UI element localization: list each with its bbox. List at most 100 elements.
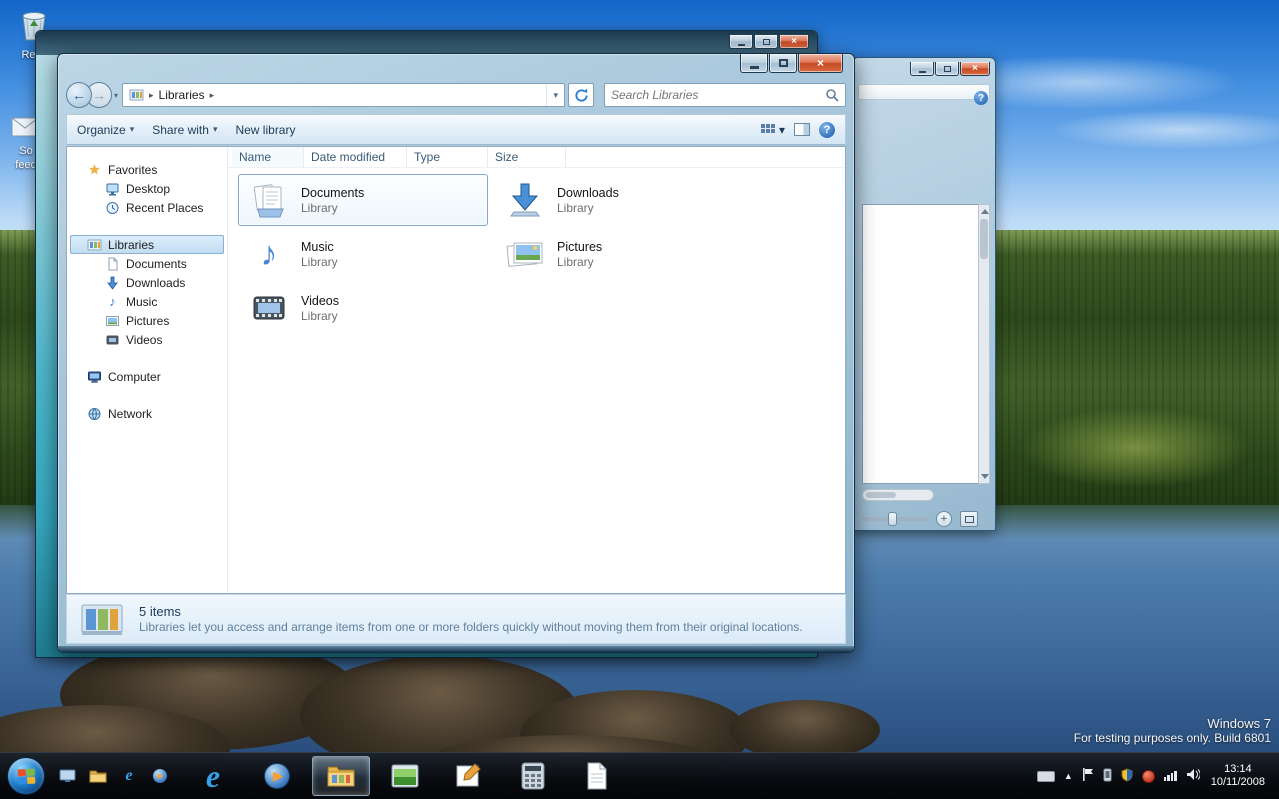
close-button[interactable]: × (960, 62, 990, 76)
refresh-button[interactable] (568, 83, 594, 107)
quick-launch-ie[interactable]: e (119, 766, 139, 786)
help-button[interactable]: ? (819, 121, 835, 138)
document-icon (587, 762, 607, 790)
network-icon[interactable] (1163, 771, 1177, 781)
column-header-size[interactable]: Size (488, 147, 566, 167)
breadcrumb-location[interactable]: Libraries (159, 88, 205, 102)
preview-pane-button[interactable] (794, 123, 810, 136)
address-bar[interactable]: ▸ Libraries ▸ ▾ (122, 83, 565, 107)
sidebar-item-computer[interactable]: Computer (67, 367, 227, 386)
downloads-library-icon (501, 179, 549, 221)
item-name: Downloads (557, 185, 619, 200)
help-icon[interactable]: ? (974, 91, 988, 105)
sidebar-item-network[interactable]: Network (67, 404, 227, 423)
recent-pages-dropdown[interactable]: ▾ (114, 91, 118, 100)
sidebar-item-downloads[interactable]: Downloads (67, 273, 227, 292)
list-item-pictures[interactable]: Pictures Library (494, 228, 744, 280)
watermark-line2: For testing purposes only. Build 6801 (1073, 731, 1271, 745)
start-button[interactable] (7, 757, 45, 795)
music-library-icon: ♪ (260, 235, 278, 273)
list-item-music[interactable]: ♪ Music Library (238, 228, 488, 280)
minimize-button[interactable] (740, 54, 768, 73)
media-status-icon[interactable] (1141, 769, 1155, 783)
sidebar-item-recent-places[interactable]: Recent Places (67, 198, 227, 217)
preview-toolbar (858, 84, 990, 100)
close-icon: × (791, 36, 797, 47)
build-watermark: Windows 7 For testing purposes only. Bui… (1074, 716, 1271, 745)
libraries-icon (129, 88, 144, 102)
ie-icon: e (205, 757, 221, 794)
sidebar-item-pictures[interactable]: Pictures (67, 311, 227, 330)
share-with-menu-button[interactable]: Share with ▾ (152, 123, 217, 137)
device-icon[interactable] (1103, 768, 1112, 785)
search-icon[interactable] (825, 88, 839, 102)
scrollbar-thumb[interactable] (866, 492, 896, 498)
chevron-down-icon: ▾ (129, 124, 135, 134)
zoom-slider[interactable] (862, 512, 928, 526)
keyboard-layout-icon[interactable] (1036, 770, 1055, 782)
sidebar-item-favorites[interactable]: ★ Favorites (67, 160, 227, 179)
close-icon: × (816, 56, 824, 70)
column-header-name[interactable]: Name (232, 147, 304, 167)
preview-window[interactable]: × ? + (852, 57, 996, 531)
volume-icon[interactable] (1186, 768, 1201, 784)
minimize-button[interactable] (910, 62, 934, 76)
computer-icon (87, 370, 102, 384)
zoom-slider-thumb[interactable] (888, 512, 897, 526)
breadcrumb-arrow-icon[interactable]: ▸ (210, 90, 215, 101)
taskbar-button-libraries-active[interactable] (312, 756, 370, 796)
sidebar-item-videos[interactable]: Videos (67, 330, 227, 349)
maximize-button[interactable] (769, 54, 797, 73)
change-view-button[interactable]: ▾ (760, 123, 785, 137)
close-button[interactable]: × (798, 54, 843, 73)
taskbar-button-calculator[interactable] (504, 756, 562, 796)
list-item-downloads[interactable]: Downloads Library (494, 174, 744, 226)
taskbar-button-document-app[interactable] (568, 756, 626, 796)
quick-launch-explorer[interactable] (88, 766, 108, 786)
background-window-titlebar[interactable] (36, 31, 817, 55)
maximize-button[interactable] (935, 62, 959, 76)
zoom-in-button[interactable]: + (936, 511, 952, 527)
minimize-button[interactable] (729, 35, 753, 49)
list-item-videos[interactable]: Videos Library (238, 282, 488, 334)
back-button[interactable]: ← (66, 82, 92, 108)
views-grid-icon (760, 123, 775, 133)
list-item-documents[interactable]: Documents Library (238, 174, 488, 226)
taskbar-button-paint[interactable] (440, 756, 498, 796)
horizontal-scrollbar[interactable] (862, 489, 934, 501)
show-hidden-icons-button[interactable]: ▲ (1064, 771, 1073, 781)
quick-launch-media-player[interactable]: ▶ (150, 766, 170, 786)
column-header-date-modified[interactable]: Date modified (304, 147, 407, 167)
show-desktop-button[interactable] (57, 766, 77, 786)
help-icon: ? (823, 123, 831, 136)
preview-pane-icon (794, 123, 810, 136)
vertical-scrollbar[interactable] (978, 204, 990, 484)
sidebar-item-documents[interactable]: Documents (67, 254, 227, 273)
item-name: Music (301, 239, 334, 254)
search-input[interactable] (611, 88, 825, 102)
sidebar-item-libraries[interactable]: Libraries (70, 235, 224, 254)
new-library-button[interactable]: New library (235, 123, 295, 137)
scroll-down-icon (981, 474, 989, 479)
fit-page-button[interactable] (960, 511, 978, 527)
column-header-type[interactable]: Type (407, 147, 488, 167)
address-dropdown-button[interactable]: ▾ (546, 84, 558, 106)
organize-menu-button[interactable]: Organize ▾ (77, 123, 134, 137)
watermark-line1: Windows 7 (1207, 716, 1271, 731)
taskbar-button-ie[interactable]: e (184, 756, 242, 796)
details-description: Libraries let you access and arrange ite… (139, 620, 803, 634)
maximize-button[interactable] (754, 35, 778, 49)
documents-library-icon (245, 179, 293, 221)
item-type: Library (557, 200, 594, 215)
security-shield-icon[interactable] (1121, 767, 1133, 785)
sidebar-item-music[interactable]: ♪ Music (67, 292, 227, 311)
taskbar-button-media-player[interactable]: ▶ (248, 756, 306, 796)
action-center-icon[interactable] (1082, 768, 1094, 784)
scrollbar-thumb[interactable] (980, 219, 988, 259)
taskbar-button-app-green[interactable] (376, 756, 434, 796)
taskbar-clock[interactable]: 13:14 10/11/2008 (1209, 763, 1271, 789)
search-box[interactable] (604, 83, 846, 107)
sidebar-item-desktop[interactable]: Desktop (67, 179, 227, 198)
close-button[interactable]: × (779, 35, 809, 49)
play-icon: ▶ (157, 773, 164, 780)
